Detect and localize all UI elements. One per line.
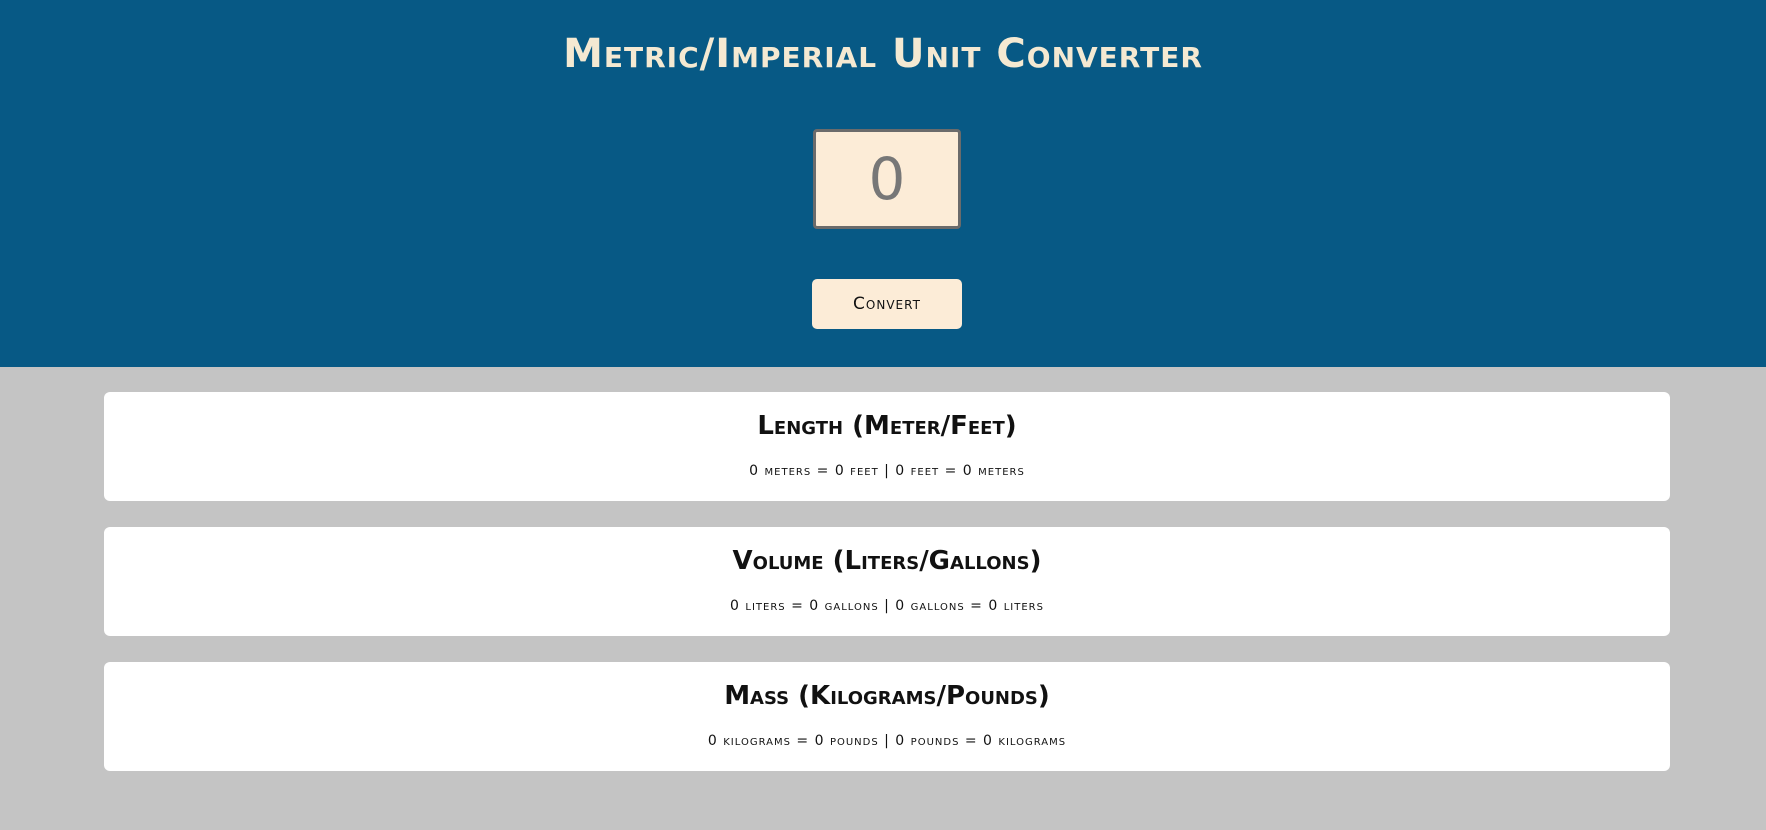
volume-card: Volume (Liters/Gallons) 0 liters = 0 gal… [104,527,1670,636]
unit-value-input[interactable] [813,129,961,229]
convert-button[interactable]: Convert [812,279,962,329]
mass-card: Mass (Kilograms/Pounds) 0 kilograms = 0 … [104,662,1670,771]
volume-card-title: Volume (Liters/Gallons) [732,546,1042,576]
mass-result: 0 kilograms = 0 pounds | 0 pounds = 0 ki… [707,733,1067,749]
volume-result: 0 liters = 0 gallons | 0 gallons = 0 lit… [730,598,1044,614]
mass-card-title: Mass (Kilograms/Pounds) [724,681,1050,711]
length-result: 0 meters = 0 feet | 0 feet = 0 meters [749,463,1025,479]
page-title: Metric/Imperial Unit Converter [563,31,1203,77]
length-card: Length (Meter/Feet) 0 meters = 0 feet | … [104,392,1670,501]
length-card-title: Length (Meter/Feet) [757,411,1017,441]
converter-header: Metric/Imperial Unit Converter Convert [0,0,1766,367]
